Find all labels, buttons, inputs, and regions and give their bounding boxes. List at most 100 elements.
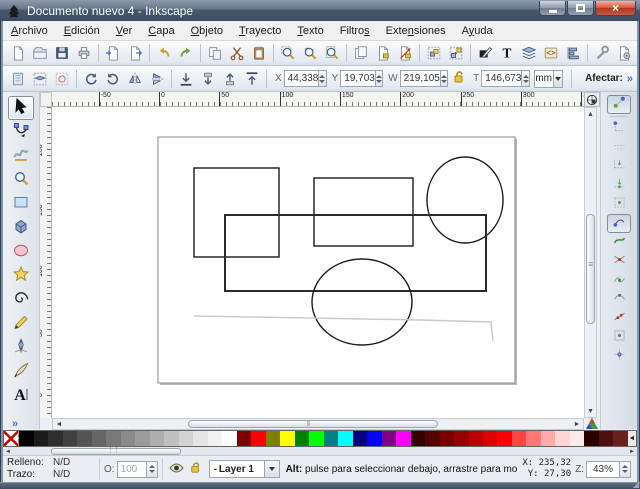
swatch-000000[interactable] xyxy=(19,431,33,446)
import-document-button[interactable] xyxy=(102,42,124,64)
select-all-button[interactable] xyxy=(7,68,29,90)
snap-path-intersections-button[interactable] xyxy=(607,252,631,271)
undo-button[interactable] xyxy=(153,42,175,64)
flip-horizontal-button[interactable] xyxy=(124,68,146,90)
swatch-800080[interactable] xyxy=(382,431,396,446)
snap-bbox-centers-button[interactable] xyxy=(607,195,631,214)
swatch-330000[interactable] xyxy=(411,431,425,446)
align-dialog-button[interactable] xyxy=(562,42,584,64)
h-field[interactable]: 146,673 xyxy=(481,70,522,87)
lower-button[interactable] xyxy=(197,68,219,90)
swatch-808000[interactable] xyxy=(266,431,280,446)
y-field[interactable]: 19,703 xyxy=(340,70,376,87)
pencil-tool[interactable] xyxy=(8,312,34,336)
swatch-666666[interactable] xyxy=(92,431,106,446)
snap-bbox-edges-button[interactable] xyxy=(607,138,631,157)
x-field[interactable]: 44,338 xyxy=(284,70,320,87)
horizontal-scrollbar[interactable]: ◄ ► xyxy=(52,418,584,430)
snap-to-paths-button[interactable] xyxy=(607,233,631,252)
palette-scrollbar[interactable]: ◄ ► xyxy=(3,447,637,456)
menu-texto[interactable]: Texto xyxy=(289,22,331,40)
selector-tool[interactable] xyxy=(8,96,34,120)
scroll-right-icon[interactable]: ► xyxy=(571,419,583,429)
snap-rotation-centers-button[interactable] xyxy=(607,347,631,366)
cms-toggle-button[interactable] xyxy=(584,92,600,107)
swatch-000080[interactable] xyxy=(353,431,367,446)
menu-capa[interactable]: Capa xyxy=(140,22,182,40)
swatch-ffaaaa[interactable] xyxy=(541,431,555,446)
swatch-dd0000[interactable] xyxy=(483,431,497,446)
maximize-button[interactable] xyxy=(567,1,594,16)
swatch-00ff00[interactable] xyxy=(309,431,323,446)
swatch-00ffff[interactable] xyxy=(338,431,352,446)
w-field[interactable]: 219,105 xyxy=(400,70,441,87)
tweak-tool[interactable] xyxy=(8,144,34,168)
snap-smooth-nodes-button[interactable] xyxy=(607,290,631,309)
opacity-field[interactable]: 100 xyxy=(117,461,147,478)
x-spinner[interactable] xyxy=(319,70,326,87)
swatch-ff0000[interactable] xyxy=(251,431,265,446)
lower-to-bottom-button[interactable] xyxy=(175,68,197,90)
swatch-ffeaea[interactable] xyxy=(570,431,584,446)
snap-nodes-button[interactable] xyxy=(607,214,631,233)
horizontal-scroll-thumb[interactable] xyxy=(188,420,438,428)
ellipse-tool[interactable] xyxy=(8,240,34,264)
close-button[interactable]: × xyxy=(595,1,636,16)
print-document-button[interactable] xyxy=(73,42,95,64)
units-select[interactable]: mm xyxy=(534,70,554,88)
unlink-clone-button[interactable] xyxy=(394,42,416,64)
new-document-button[interactable] xyxy=(7,42,29,64)
rectangle-tool[interactable] xyxy=(8,192,34,216)
vertical-scrollbar[interactable]: ▲ ▼ xyxy=(584,107,597,418)
rotate-ccw-button[interactable] xyxy=(80,68,102,90)
swatch-008000[interactable] xyxy=(295,431,309,446)
w-spinner[interactable] xyxy=(441,70,448,87)
redo-button[interactable] xyxy=(175,42,197,64)
swatch-ffffff[interactable] xyxy=(222,431,236,446)
box3d-tool[interactable] xyxy=(8,216,34,240)
raise-button[interactable] xyxy=(219,68,241,90)
swatch-545454[interactable] xyxy=(77,431,91,446)
swatch-008080[interactable] xyxy=(324,431,338,446)
swatch-2b0000[interactable] xyxy=(584,431,598,446)
pen-tool[interactable] xyxy=(8,336,34,360)
swatch-aeaeae[interactable] xyxy=(150,431,164,446)
vertical-scroll-thumb[interactable] xyxy=(586,214,595,324)
copy-button[interactable] xyxy=(204,42,226,64)
swatch-404040[interactable] xyxy=(63,431,77,446)
palette-scroll-thumb[interactable] xyxy=(51,448,181,455)
layer-visibility-icon[interactable] xyxy=(169,462,184,477)
menu-archivo[interactable]: Archivo xyxy=(3,22,56,40)
fill-stroke-indicator[interactable]: Relleno:N/D Trazo:N/D xyxy=(3,457,95,481)
swatch-ff0000[interactable] xyxy=(497,431,511,446)
snap-bbox-corners-button[interactable] xyxy=(607,157,631,176)
create-clone-button[interactable] xyxy=(372,42,394,64)
duplicate-button[interactable] xyxy=(350,42,372,64)
xml-editor-button[interactable]: <> xyxy=(540,42,562,64)
cut-button[interactable] xyxy=(226,42,248,64)
swatch-ff7777[interactable] xyxy=(526,431,540,446)
swatch-1c1c1c[interactable] xyxy=(34,431,48,446)
h-spinner[interactable] xyxy=(522,70,529,87)
fill-stroke-dialog-button[interactable] xyxy=(474,42,496,64)
palette-scroll-left-icon[interactable]: ◄ xyxy=(3,447,13,456)
canvas[interactable] xyxy=(52,107,584,418)
swatch-800000[interactable] xyxy=(237,431,251,446)
swatch-9c9c9c[interactable] xyxy=(135,431,149,446)
menu-ayuda[interactable]: Ayuda xyxy=(454,22,501,40)
snap-cusp-nodes-button[interactable] xyxy=(607,271,631,290)
minimize-button[interactable] xyxy=(539,1,566,16)
select-all-layers-button[interactable] xyxy=(29,68,51,90)
y-spinner[interactable] xyxy=(376,70,383,87)
swatch-550000[interactable] xyxy=(425,431,439,446)
text-tool[interactable]: A xyxy=(8,384,34,408)
raise-to-top-button[interactable] xyxy=(241,68,263,90)
menu-extensiones[interactable]: Extensiones xyxy=(378,22,454,40)
swatch-6b2020[interactable] xyxy=(613,431,627,446)
zoom-selection-button[interactable] xyxy=(277,42,299,64)
swatch-ff4444[interactable] xyxy=(512,431,526,446)
group-button[interactable] xyxy=(423,42,445,64)
swatch-4d0f0f[interactable] xyxy=(599,431,613,446)
paste-button[interactable] xyxy=(248,42,270,64)
color-managed-view-icon[interactable] xyxy=(585,417,599,430)
